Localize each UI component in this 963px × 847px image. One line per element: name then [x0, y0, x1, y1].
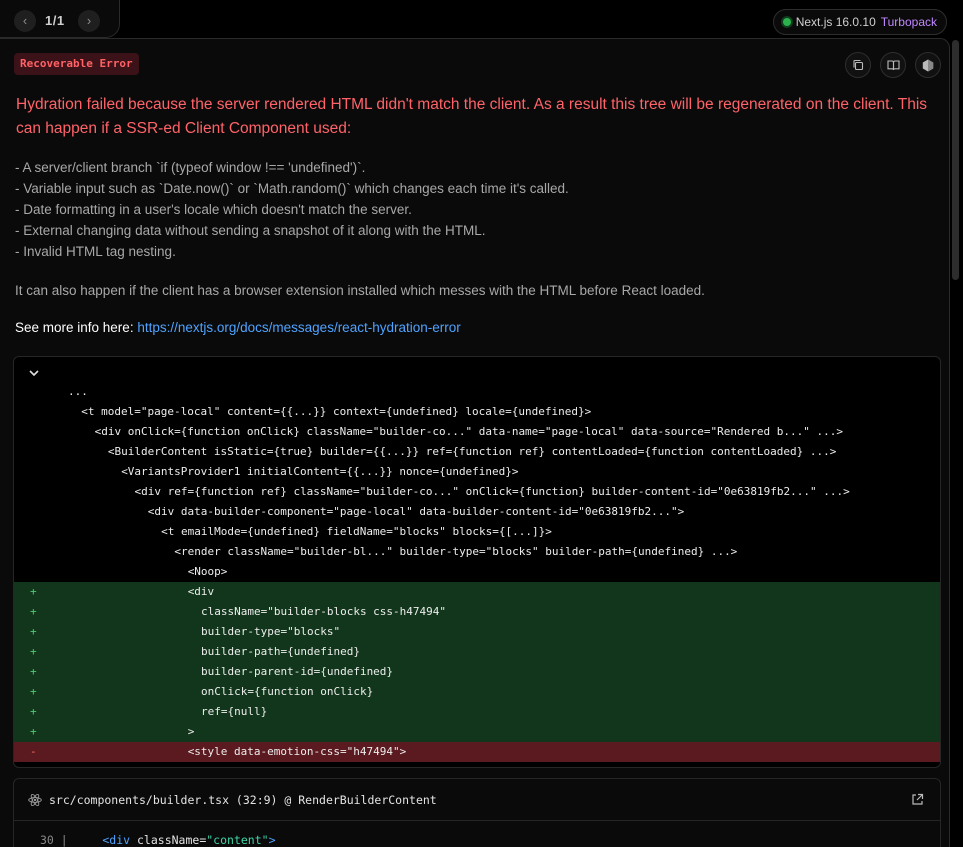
- code-value: "content": [206, 833, 269, 847]
- code-frame-header: src/components/builder.tsx (32:9) @ Rend…: [14, 779, 940, 821]
- diff-text: <t model="page-local" content={{...}} co…: [81, 405, 592, 418]
- diff-line: ...: [14, 382, 940, 402]
- code-attr: className: [137, 833, 200, 847]
- diff-text: <Noop>: [187, 565, 228, 578]
- copy-icon: [853, 59, 864, 71]
- diff-text: <t emailMode={undefined} fieldName="bloc…: [161, 525, 552, 538]
- hydration-diff: ... <t model="page-local" content={{...}}…: [13, 356, 941, 768]
- diff-text: <BuilderContent isStatic={true} builder=…: [107, 445, 837, 458]
- diff-text: <render className="builder-bl..." builde…: [174, 545, 738, 558]
- react-icon: [28, 793, 42, 807]
- chevron-left-icon: ‹: [22, 13, 28, 28]
- docs-link[interactable]: https://nextjs.org/docs/messages/react-h…: [137, 320, 460, 335]
- diff-text: builder-path={undefined}: [201, 645, 360, 658]
- diff-sign: +: [30, 665, 37, 678]
- cause-item: - Date formatting in a user's locale whi…: [15, 202, 412, 217]
- book-icon: [886, 60, 900, 71]
- diff-text: >: [187, 725, 195, 738]
- error-message: Hydration failed because the server rend…: [16, 96, 928, 137]
- copy-error-button[interactable]: [845, 52, 871, 78]
- hydration-causes-list: - A server/client branch `if (typeof win…: [15, 157, 935, 262]
- diff-text: onClick={function onClick}: [201, 685, 374, 698]
- gutter: |: [60, 833, 68, 847]
- diff-line-added: + <div: [14, 582, 940, 602]
- error-pager-tab: ‹ 1/1 ›: [0, 0, 120, 38]
- diff-text: <div data-builder-component="page-local"…: [147, 505, 685, 518]
- more-info: See more info here: https://nextjs.org/d…: [15, 320, 461, 335]
- diff-line: <BuilderContent isStatic={true} builder=…: [14, 442, 940, 462]
- framework-version: Next.js 16.0.10: [795, 15, 876, 29]
- code-tag: <div: [102, 833, 131, 847]
- diff-line-added: + className="builder-blocks css-h47494": [14, 602, 940, 622]
- diff-line: <div data-builder-component="page-local"…: [14, 502, 940, 522]
- diff-sign: +: [30, 625, 37, 638]
- more-info-label: See more info here:: [15, 320, 134, 335]
- extension-note: It can also happen if the client has a b…: [15, 283, 705, 298]
- diff-sign: +: [30, 585, 37, 598]
- cause-item: - Variable input such as `Date.now()` or…: [15, 181, 569, 196]
- diff-line-added: + builder-type="blocks": [14, 622, 940, 642]
- diff-line: <VariantsProvider1 initialContent={{...}…: [14, 462, 940, 482]
- diff-line-added: + onClick={function onClick}: [14, 682, 940, 702]
- status-dot-icon: [782, 18, 791, 26]
- code-frame: src/components/builder.tsx (32:9) @ Rend…: [13, 778, 941, 847]
- diff-line: <render className="builder-bl..." builde…: [14, 542, 940, 562]
- nextjs-version-badge[interactable]: Next.js 16.0.10 Turbopack: [772, 9, 947, 35]
- diff-text: className="builder-blocks css-h47494": [201, 605, 447, 618]
- cause-item: - External changing data without sending…: [15, 223, 486, 238]
- diff-line-added: + builder-parent-id={undefined}: [14, 662, 940, 682]
- diff-text: <div: [187, 585, 215, 598]
- diff-sign: +: [30, 645, 37, 658]
- diff-line: <div ref={function ref} className="build…: [14, 482, 940, 502]
- diff-text: builder-parent-id={undefined}: [201, 665, 394, 678]
- top-bar: ‹ 1/1 › Next.js 16.0.10 Turbopack: [0, 0, 963, 40]
- nodejs-icon: [922, 59, 934, 72]
- nodejs-inspector-button[interactable]: [915, 52, 941, 78]
- diff-line: <div onClick={function onClick} classNam…: [14, 422, 940, 442]
- diff-sign: +: [30, 705, 37, 718]
- diff-line-added: + builder-path={undefined}: [14, 642, 940, 662]
- diff-line-removed: - <style data-emotion-css="h47494">: [14, 742, 940, 762]
- diff-text: <VariantsProvider1 initialContent={{...}…: [121, 465, 519, 478]
- diff-text: builder-type="blocks": [201, 625, 341, 638]
- diff-line: <t emailMode={undefined} fieldName="bloc…: [14, 522, 940, 542]
- error-count: 1/1: [45, 13, 65, 28]
- diff-sign: +: [30, 685, 37, 698]
- line-number: 30: [40, 833, 54, 847]
- diff-line-added: + >: [14, 722, 940, 742]
- cause-item: - Invalid HTML tag nesting.: [15, 244, 176, 259]
- diff-text: <div onClick={function onClick} classNam…: [94, 425, 843, 438]
- diff-sign: -: [30, 745, 37, 758]
- diff-sign: +: [30, 725, 37, 738]
- diff-text: <div ref={function ref} className="build…: [134, 485, 850, 498]
- source-location: src/components/builder.tsx (32:9) @ Rend…: [49, 793, 437, 807]
- diff-text: <style data-emotion-css="h47494">: [187, 745, 407, 758]
- next-error-button[interactable]: ›: [78, 10, 100, 32]
- diff-line-added: + ref={null}: [14, 702, 940, 722]
- chevron-right-icon: ›: [86, 13, 92, 28]
- diff-line: <t model="page-local" content={{...}} co…: [14, 402, 940, 422]
- chevron-down-icon[interactable]: [29, 369, 39, 377]
- docs-button[interactable]: [880, 52, 906, 78]
- diff-sign: +: [30, 605, 37, 618]
- diff-text: ref={null}: [201, 705, 268, 718]
- bundler-name: Turbopack: [880, 15, 937, 29]
- previous-error-button[interactable]: ‹: [14, 10, 36, 32]
- cause-item: - A server/client branch `if (typeof win…: [15, 160, 366, 175]
- diff-text: ...: [68, 385, 88, 398]
- error-type-badge: Recoverable Error: [14, 53, 139, 75]
- external-link-icon[interactable]: [911, 793, 924, 806]
- diff-line: <Noop>: [14, 562, 940, 582]
- code-line: 30 | <div className="content">: [40, 833, 276, 847]
- scrollbar-thumb[interactable]: [952, 40, 959, 280]
- code-close: >: [268, 833, 276, 847]
